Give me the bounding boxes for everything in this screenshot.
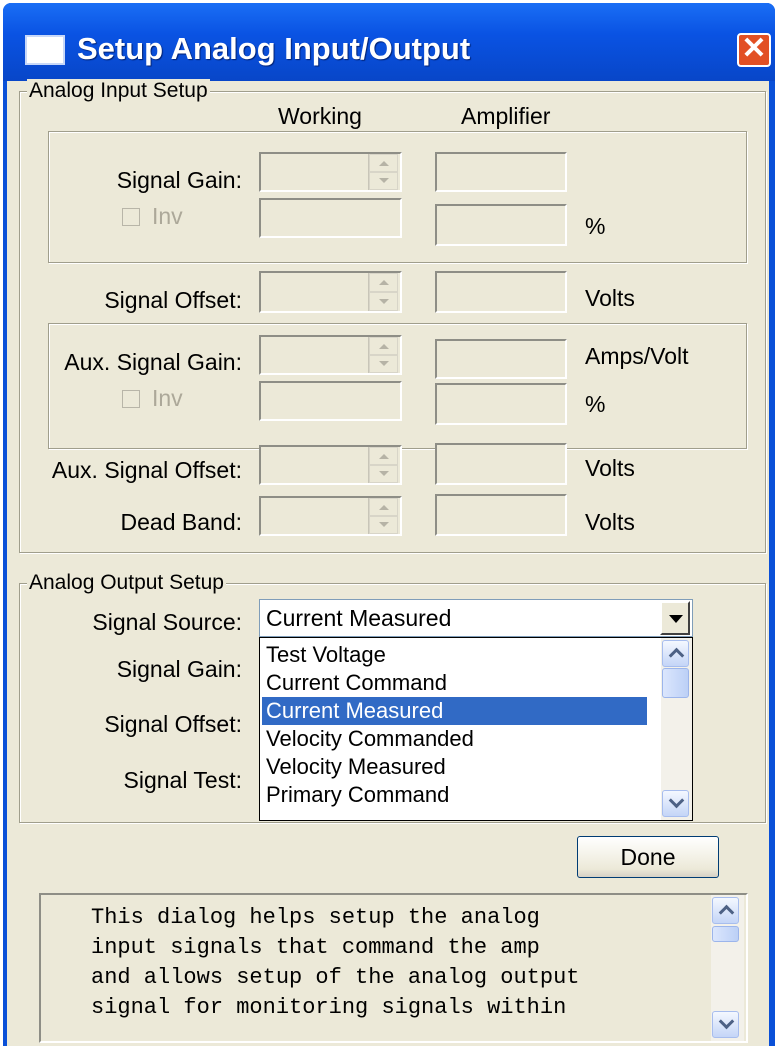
output-signal-offset-label: Signal Offset: xyxy=(104,711,242,737)
spin-buttons[interactable] xyxy=(368,154,398,190)
aux-gain-inv-label: Inv xyxy=(152,385,183,411)
signal-gain-amplifier-field xyxy=(435,152,567,192)
window-icon xyxy=(25,35,65,65)
description-line: input signals that command the amp xyxy=(91,935,540,960)
dead-band-amplifier-field xyxy=(435,494,567,536)
aux-offset-amplifier-field xyxy=(435,443,567,485)
signal-gain-inv-checkbox[interactable] xyxy=(122,208,140,226)
chevron-down-icon xyxy=(669,615,683,623)
description-text: This dialog helps setup the analog input… xyxy=(91,903,579,1023)
scroll-up-button[interactable] xyxy=(662,640,689,667)
list-item[interactable]: Current Command xyxy=(262,669,647,697)
scroll-thumb[interactable] xyxy=(662,668,689,698)
signal-gain-working-percent-field xyxy=(259,198,402,238)
signal-offset-label: Signal Offset: xyxy=(104,287,242,313)
spin-buttons[interactable] xyxy=(368,447,398,483)
signal-source-listbox[interactable]: Test Voltage Current Command Current Mea… xyxy=(259,637,693,821)
title-bar[interactable]: Setup Analog Input/Output ✕ xyxy=(3,3,775,81)
column-header-working: Working xyxy=(278,103,362,129)
spin-down-icon xyxy=(379,471,389,476)
done-button-label: Done xyxy=(620,844,676,870)
signal-gain-inv-label: Inv xyxy=(152,203,183,229)
aux-signal-offset-label: Aux. Signal Offset: xyxy=(51,457,242,483)
description-box: This dialog helps setup the analog input… xyxy=(39,893,748,1043)
signal-source-value: Current Measured xyxy=(266,605,452,631)
signal-gain-amplifier-percent-field xyxy=(435,204,567,246)
output-signal-gain-label: Signal Gain: xyxy=(116,656,242,682)
dialog-window: Setup Analog Input/Output ✕ Analog Input… xyxy=(3,3,775,1046)
window-title: Setup Analog Input/Output xyxy=(77,31,471,66)
signal-gain-percent-unit: % xyxy=(585,213,606,239)
spin-up-icon xyxy=(379,280,389,285)
scroll-down-button[interactable] xyxy=(662,790,689,817)
spin-down-icon xyxy=(379,361,389,366)
aux-gain-working-spinner[interactable] xyxy=(259,335,402,375)
scroll-up-button[interactable] xyxy=(712,897,739,924)
description-line: and allows setup of the analog output xyxy=(91,965,580,990)
aux-gain-inv-checkbox[interactable] xyxy=(122,390,140,408)
dropdown-button[interactable] xyxy=(660,601,690,635)
aux-offset-volts-unit: Volts xyxy=(585,455,635,481)
chevron-down-icon xyxy=(668,792,685,809)
analog-output-legend: Analog Output Setup xyxy=(27,571,226,595)
scroll-thumb[interactable] xyxy=(712,926,739,942)
signal-source-label: Signal Source: xyxy=(92,609,242,635)
chevron-up-icon xyxy=(718,904,735,921)
description-scrollbar[interactable] xyxy=(711,895,744,1041)
spin-up-icon xyxy=(379,454,389,459)
list-item[interactable]: Primary Command xyxy=(262,781,647,809)
chevron-down-icon xyxy=(718,1013,735,1030)
list-item[interactable]: Velocity Commanded xyxy=(262,725,647,753)
scroll-down-button[interactable] xyxy=(712,1011,739,1038)
description-line: This dialog helps setup the analog xyxy=(91,905,540,930)
spin-buttons[interactable] xyxy=(368,273,398,311)
spin-down-icon xyxy=(379,178,389,183)
dialog-client-area: Analog Input Setup Working Amplifier Sig… xyxy=(7,79,769,1046)
list-item-selected[interactable]: Current Measured xyxy=(262,697,647,725)
chevron-up-icon xyxy=(668,647,685,664)
spin-up-icon xyxy=(379,505,389,510)
aux-gain-amplifier-field xyxy=(435,339,567,379)
aux-gain-amps-per-volt-unit: Amps/Volt xyxy=(585,343,689,369)
spin-up-icon xyxy=(379,161,389,166)
signal-source-dropdown[interactable]: Current Measured xyxy=(259,599,693,637)
list-item[interactable]: Velocity Measured xyxy=(262,753,647,781)
signal-offset-working-spinner[interactable] xyxy=(259,271,402,313)
signal-offset-volts-unit: Volts xyxy=(585,285,635,311)
signal-gain-label: Signal Gain: xyxy=(116,167,242,193)
dead-band-volts-unit: Volts xyxy=(585,509,635,535)
spin-up-icon xyxy=(379,344,389,349)
signal-offset-amplifier-field xyxy=(435,271,567,313)
aux-signal-gain-label: Aux. Signal Gain: xyxy=(64,349,242,375)
aux-gain-percent-unit: % xyxy=(585,391,606,417)
done-button[interactable]: Done xyxy=(577,836,719,878)
dead-band-working-spinner[interactable] xyxy=(259,496,402,536)
signal-test-label: Signal Test: xyxy=(123,767,242,793)
dead-band-label: Dead Band: xyxy=(120,509,242,535)
aux-gain-amplifier-percent-field xyxy=(435,383,567,425)
spin-down-icon xyxy=(379,299,389,304)
spin-buttons[interactable] xyxy=(368,498,398,534)
spin-down-icon xyxy=(379,522,389,527)
listbox-scrollbar[interactable] xyxy=(661,638,692,820)
column-header-amplifier: Amplifier xyxy=(461,103,551,129)
signal-gain-subgroup xyxy=(48,131,747,263)
close-icon[interactable]: ✕ xyxy=(737,33,771,67)
signal-gain-working-spinner[interactable] xyxy=(259,152,402,192)
list-item[interactable]: Test Voltage xyxy=(262,641,647,669)
aux-offset-working-spinner[interactable] xyxy=(259,445,402,485)
aux-gain-working-percent-field xyxy=(259,381,402,421)
spin-buttons[interactable] xyxy=(368,337,398,373)
description-line: signal for monitoring signals within xyxy=(91,995,567,1020)
analog-input-legend: Analog Input Setup xyxy=(27,79,210,103)
